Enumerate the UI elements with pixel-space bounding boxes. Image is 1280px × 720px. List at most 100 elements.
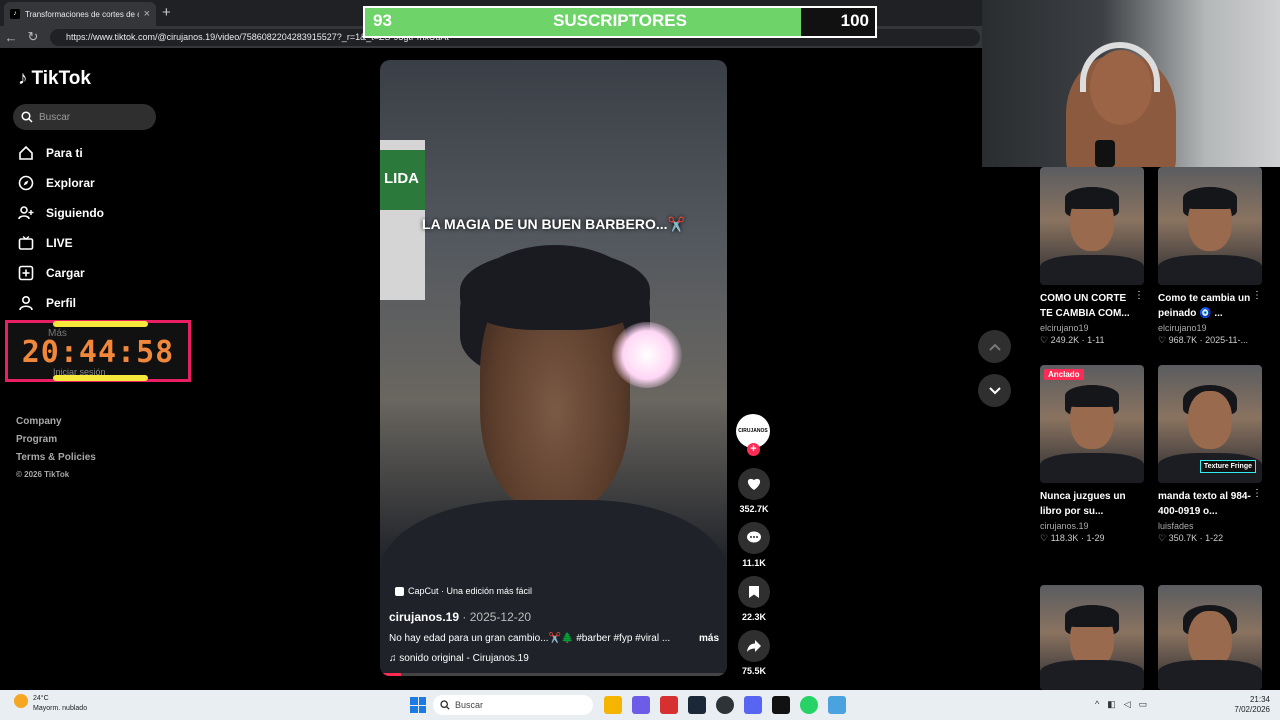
heart-icon xyxy=(738,468,770,500)
tiktok-favicon-icon: ♪ xyxy=(10,9,20,19)
tab-title: Transformaciones de cortes de cab xyxy=(25,9,139,19)
copilot-icon[interactable] xyxy=(632,696,650,714)
next-video-button[interactable] xyxy=(978,374,1011,407)
card-meta: ♡ 249.2K · 1-11 xyxy=(1040,335,1105,345)
pinned-badge: Anclado xyxy=(1044,369,1084,380)
subscriber-label: SUSCRIPTORES xyxy=(553,11,687,30)
footer-link-program[interactable]: Program xyxy=(16,434,57,445)
reload-icon[interactable]: ↻ xyxy=(22,29,44,45)
card-title: Nunca juzgues un libro por su... xyxy=(1040,491,1126,517)
compass-icon xyxy=(18,175,34,191)
browser-tab[interactable]: ♪ Transformaciones de cortes de cab × xyxy=(4,2,156,26)
footer-link-company[interactable]: Company xyxy=(16,416,62,427)
more-options-icon[interactable]: ⋮ xyxy=(1252,290,1262,301)
author-name: cirujanos.19 xyxy=(389,610,460,624)
microphone-icon xyxy=(1095,140,1115,167)
sidebar-item-siguiendo[interactable]: Siguiendo xyxy=(18,205,104,221)
more-options-icon[interactable]: ⋮ xyxy=(1134,290,1144,301)
card-meta: ♡ 968.7K · 2025-11-... xyxy=(1158,335,1248,345)
webcam-overlay xyxy=(982,0,1280,167)
author-avatar[interactable]: CIRUJANOS + xyxy=(736,414,770,456)
sidebar-item-label: Explorar xyxy=(46,176,95,190)
comment-button[interactable]: 11.1K xyxy=(736,522,772,568)
card-meta: ♡ 118.3K · 1-29 xyxy=(1040,533,1105,543)
save-count: 22.3K xyxy=(741,612,767,622)
system-tray: ^ ◧ ◁ ▭ xyxy=(1095,699,1147,710)
app-icon[interactable] xyxy=(660,696,678,714)
sidebar-item-cargar[interactable]: Cargar xyxy=(18,265,85,281)
like-button[interactable]: 352.7K xyxy=(736,468,772,514)
windows-start-icon[interactable] xyxy=(410,697,426,713)
login-button[interactable]: Iniciar sesión xyxy=(53,367,106,377)
recommendation-card[interactable]: Anclado Nunca juzgues un libro por su...… xyxy=(1040,365,1144,544)
upload-icon xyxy=(18,265,34,281)
stream-timer-overlay: Más 20:44:58 Iniciar sesión xyxy=(5,320,191,382)
card-likes: 350.7K xyxy=(1168,533,1198,543)
logo-text: TikTok xyxy=(31,68,91,89)
like-count: 352.7K xyxy=(739,504,769,514)
search-input[interactable]: Buscar xyxy=(13,104,156,130)
video-subject-bangs xyxy=(460,250,650,330)
taskbar-clock[interactable]: 21:34 7/02/2026 xyxy=(1234,695,1270,715)
footer-link-terms[interactable]: Terms & Policies xyxy=(16,452,96,463)
recommendation-card[interactable]: ⋮ COMO UN CORTE TE CAMBIA COM... elciruj… xyxy=(1040,167,1144,346)
chevron-up-icon[interactable]: ^ xyxy=(1095,699,1099,710)
taskbar-search-placeholder: Buscar xyxy=(455,700,484,710)
follow-plus-icon[interactable]: + xyxy=(747,443,760,456)
recommendation-card[interactable]: ⋮ Como te cambia un peinado 🧿 ... elciru… xyxy=(1158,167,1262,346)
timer-top-bar xyxy=(53,321,148,327)
sound-name: sonido original - Cirujanos.19 xyxy=(399,653,529,664)
save-button[interactable]: 22.3K xyxy=(736,576,772,622)
volume-icon[interactable]: ◁ xyxy=(1124,699,1131,710)
close-tab-icon[interactable]: × xyxy=(144,8,150,20)
video-progress-bar[interactable] xyxy=(380,673,727,676)
weather-widget[interactable]: 24°C Mayorm. nublado xyxy=(14,694,87,714)
sidebar-item-para-ti[interactable]: Para ti xyxy=(18,145,83,161)
back-icon[interactable]: ← xyxy=(0,30,22,45)
card-author: elcirujano19 xyxy=(1040,323,1089,333)
obs-icon[interactable] xyxy=(716,696,734,714)
notepad-icon[interactable] xyxy=(828,696,846,714)
recommendation-card[interactable]: Texture Fringe ⋮ manda texto al 984-400-… xyxy=(1158,365,1262,544)
video-sound[interactable]: ♫ sonido original - Cirujanos.19 xyxy=(389,653,529,664)
discord-icon[interactable] xyxy=(744,696,762,714)
app-icon[interactable] xyxy=(772,696,790,714)
video-player[interactable]: LIDA LA MAGIA DE UN BUEN BARBERO...✂️ Ca… xyxy=(380,60,727,676)
card-meta: ♡ 350.7K · 1-22 xyxy=(1158,533,1224,543)
subscriber-goal: 100 xyxy=(840,11,869,30)
battery-icon[interactable]: ▭ xyxy=(1139,699,1148,710)
card-date: 1-11 xyxy=(1087,335,1105,345)
more-button[interactable]: más xyxy=(699,633,719,644)
taskbar-search[interactable]: Buscar xyxy=(433,695,593,715)
recommendation-card[interactable] xyxy=(1040,585,1144,690)
sidebar-item-live[interactable]: LIVE xyxy=(18,235,73,251)
more-options-icon[interactable]: ⋮ xyxy=(1252,488,1262,499)
live-icon xyxy=(18,235,34,251)
share-button[interactable]: 75.5K xyxy=(736,630,772,676)
video-thumbnail xyxy=(1158,167,1262,285)
thumbnail-tag: Texture Fringe xyxy=(1199,460,1256,473)
card-likes: 968.7K xyxy=(1168,335,1198,345)
copyright: © 2026 TikTok xyxy=(16,470,70,479)
sidebar-item-perfil[interactable]: Perfil xyxy=(18,295,76,311)
tiktok-logo[interactable]: ♪ TikTok xyxy=(18,68,91,90)
search-icon xyxy=(440,700,450,710)
heart-outline-icon: ♡ xyxy=(1040,533,1051,543)
sidebar-item-explorar[interactable]: Explorar xyxy=(18,175,95,191)
steam-icon[interactable] xyxy=(688,696,706,714)
video-exit-sign: LIDA xyxy=(380,150,425,210)
video-author[interactable]: cirujanos.19 · 2025-12-20 xyxy=(389,610,531,624)
capcut-label[interactable]: CapCut · Una edición más fácil xyxy=(395,586,532,596)
recommendation-card[interactable] xyxy=(1158,585,1262,690)
video-thumbnail: Texture Fringe xyxy=(1158,365,1262,483)
network-icon[interactable]: ◧ xyxy=(1107,699,1116,710)
new-tab-icon[interactable]: + xyxy=(162,4,171,21)
previous-video-button[interactable] xyxy=(978,330,1011,363)
comment-count: 11.1K xyxy=(742,558,766,568)
whatsapp-icon[interactable] xyxy=(800,696,818,714)
file-explorer-icon[interactable] xyxy=(604,696,622,714)
sidebar-item-label: Cargar xyxy=(46,266,85,280)
capcut-text: CapCut · Una edición más fácil xyxy=(408,586,533,596)
video-thumbnail xyxy=(1040,585,1144,690)
heart-sticker-icon xyxy=(612,322,682,388)
